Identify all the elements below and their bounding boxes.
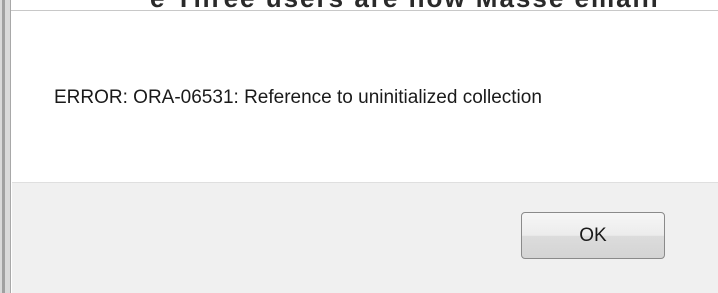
screen: e Three users are now Masse emain ERROR:…	[0, 0, 718, 293]
dialog-border	[0, 0, 11, 293]
dialog-content: ERROR: ORA-06531: Reference to uninitial…	[12, 11, 718, 182]
error-message: ERROR: ORA-06531: Reference to uninitial…	[54, 87, 542, 108]
dialog-button-bar: OK	[12, 182, 718, 293]
error-dialog: ERROR: ORA-06531: Reference to uninitial…	[0, 0, 718, 293]
ok-button[interactable]: OK	[521, 212, 665, 259]
